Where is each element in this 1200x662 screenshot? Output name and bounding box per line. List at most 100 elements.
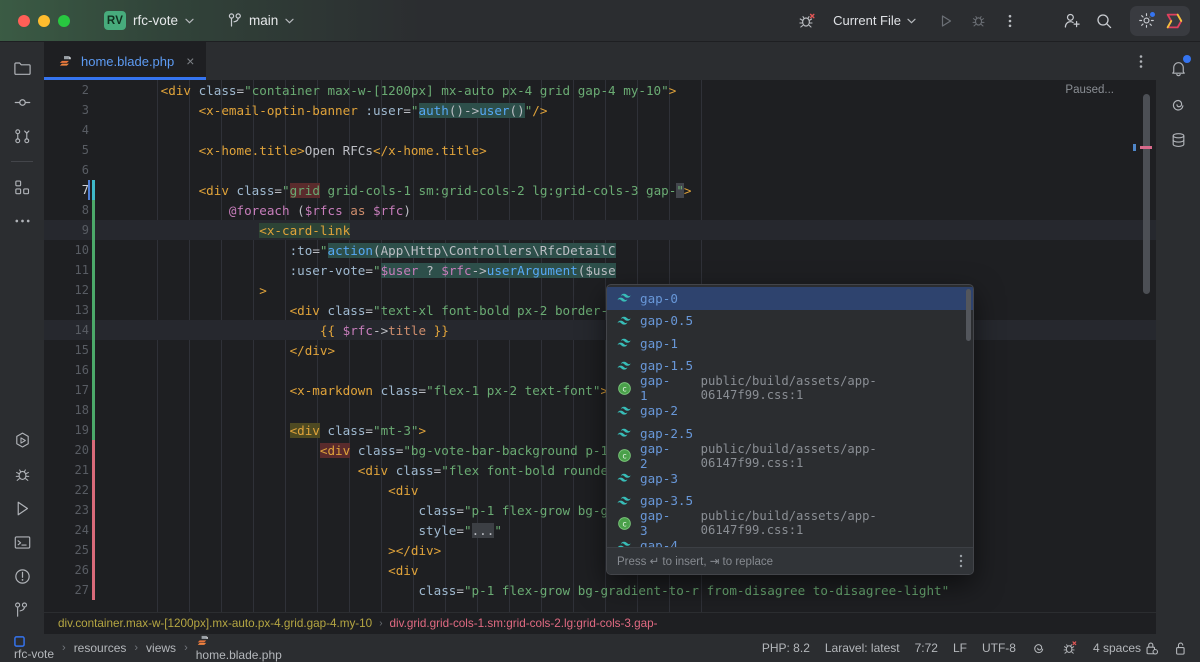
more-vertical-icon[interactable]	[1126, 42, 1156, 80]
line-number[interactable]: 7	[44, 183, 100, 197]
autocomplete-item[interactable]: gap-2	[607, 400, 973, 423]
code-line[interactable]: 5 <x-home.title>Open RFCs</x-home.title>	[44, 140, 1156, 160]
status-breadcrumb-item[interactable]: rfc-vote	[14, 636, 54, 661]
add-user-icon[interactable]	[1058, 8, 1086, 34]
branch-selector[interactable]: main	[222, 10, 300, 31]
status-breadcrumb-item[interactable]: views	[146, 641, 176, 655]
line-number[interactable]: 26	[44, 563, 100, 577]
line-number[interactable]: 6	[44, 163, 100, 177]
code-line[interactable]: 14 {{ $rfc->title }}	[44, 320, 1156, 340]
code-line[interactable]: 2 <div class="container max-w-[1200px] m…	[44, 80, 1156, 100]
line-number[interactable]: 12	[44, 283, 100, 297]
editor-scrollbar[interactable]	[1143, 94, 1150, 294]
line-number[interactable]: 9	[44, 223, 100, 237]
code-line[interactable]: 13 <div class="text-xl font-bold px-2 bo…	[44, 300, 1156, 320]
line-number[interactable]: 25	[44, 543, 100, 557]
code-line[interactable]: 24 style="..."	[44, 520, 1156, 540]
line-number[interactable]: 16	[44, 363, 100, 377]
code-line[interactable]: 17 <x-markdown class="flex-1 px-2 text-f…	[44, 380, 1156, 400]
more-vertical-icon[interactable]	[996, 8, 1024, 34]
close-icon[interactable]: ×	[186, 54, 194, 68]
code-line[interactable]: 25 ></div>	[44, 540, 1156, 560]
editor-error-marker[interactable]	[1140, 146, 1152, 149]
spiral-icon[interactable]	[1031, 640, 1047, 656]
autocomplete-list[interactable]: gap-0gap-0.5gap-1gap-1.5cgap-1public/bui…	[607, 285, 973, 547]
line-number[interactable]: 2	[44, 83, 100, 97]
line-number[interactable]: 21	[44, 463, 100, 477]
autocomplete-popup[interactable]: gap-0gap-0.5gap-1gap-1.5cgap-1public/bui…	[606, 284, 974, 575]
more-vertical-icon[interactable]	[959, 554, 963, 568]
code-line[interactable]: 18	[44, 400, 1156, 420]
status-breadcrumb-item[interactable]: resources	[74, 641, 127, 655]
sidebar-item-version-control[interactable]	[6, 594, 38, 626]
code-line[interactable]: 10 :to="action(App\Http\Controllers\RfcD…	[44, 240, 1156, 260]
ai-assistant-icon[interactable]	[1160, 8, 1188, 34]
breadcrumb-item-grid[interactable]: div.grid.grid-cols-1.sm:grid-cols-2.lg:g…	[390, 617, 658, 630]
indent-setting[interactable]: 4 spaces	[1093, 641, 1159, 656]
line-number[interactable]: 24	[44, 523, 100, 537]
line-number[interactable]: 15	[44, 343, 100, 357]
run-configuration-selector[interactable]: Current File	[825, 9, 924, 32]
code-line[interactable]: 20 <div class="bg-vote-bar-background p-…	[44, 440, 1156, 460]
autocomplete-item[interactable]: gap-3	[607, 467, 973, 490]
line-number[interactable]: 3	[44, 103, 100, 117]
code-line[interactable]: 12 >	[44, 280, 1156, 300]
bug-error-icon[interactable]	[1062, 640, 1078, 656]
file-encoding[interactable]: UTF-8	[982, 641, 1016, 655]
line-number[interactable]: 4	[44, 123, 100, 137]
sidebar-item-notifications[interactable]	[1162, 52, 1194, 84]
code-line[interactable]: 16	[44, 360, 1156, 380]
code-line[interactable]: 19 <div class="mt-3">	[44, 420, 1156, 440]
line-number[interactable]: 8	[44, 203, 100, 217]
sidebar-item-commit[interactable]	[6, 86, 38, 118]
sidebar-item-run[interactable]	[6, 492, 38, 524]
autocomplete-item[interactable]: cgap-2public/build/assets/app-06147f99.c…	[607, 445, 973, 468]
caret-position[interactable]: 7:72	[915, 641, 938, 655]
autocomplete-item[interactable]: cgap-1public/build/assets/app-06147f99.c…	[607, 377, 973, 400]
project-selector[interactable]: RV rfc-vote	[98, 8, 200, 33]
line-number[interactable]: 10	[44, 243, 100, 257]
code-line[interactable]: 15 </div>	[44, 340, 1156, 360]
line-number[interactable]: 5	[44, 143, 100, 157]
gear-icon[interactable]	[1132, 8, 1160, 34]
code-line[interactable]: 11 :user-vote="$user ? $rfc->userArgumen…	[44, 260, 1156, 280]
bug-error-icon[interactable]	[793, 8, 821, 34]
maximize-window-button[interactable]	[58, 15, 70, 27]
tab-home-blade-php[interactable]: home.blade.php ×	[44, 42, 206, 80]
code-line[interactable]: 21 <div class="flex font-bold rounded-	[44, 460, 1156, 480]
autocomplete-item[interactable]: gap-0	[607, 287, 973, 310]
code-line[interactable]: 4	[44, 120, 1156, 140]
close-window-button[interactable]	[18, 15, 30, 27]
sidebar-item-project[interactable]	[6, 52, 38, 84]
line-number[interactable]: 23	[44, 503, 100, 517]
line-number[interactable]: 14	[44, 323, 100, 337]
line-number[interactable]: 19	[44, 423, 100, 437]
line-number[interactable]: 13	[44, 303, 100, 317]
line-separator[interactable]: LF	[953, 641, 967, 655]
run-icon[interactable]	[932, 8, 960, 34]
search-icon[interactable]	[1090, 8, 1118, 34]
line-number[interactable]: 11	[44, 263, 100, 277]
code-line[interactable]: 22 <div	[44, 480, 1156, 500]
sidebar-item-problems[interactable]	[6, 560, 38, 592]
autocomplete-item[interactable]: cgap-3public/build/assets/app-06147f99.c…	[607, 512, 973, 535]
autocomplete-item[interactable]: gap-1	[607, 332, 973, 355]
autocomplete-item[interactable]: gap-0.5	[607, 310, 973, 333]
sidebar-item-structure[interactable]	[6, 171, 38, 203]
line-number[interactable]: 20	[44, 443, 100, 457]
code-editor[interactable]: 2 <div class="container max-w-[1200px] m…	[44, 80, 1156, 612]
debug-icon[interactable]	[964, 8, 992, 34]
sidebar-item-ai-chat[interactable]	[1162, 88, 1194, 120]
status-breadcrumb-item[interactable]: home.blade.php	[196, 634, 282, 662]
unlock-icon[interactable]	[1174, 641, 1188, 656]
line-number[interactable]: 17	[44, 383, 100, 397]
code-line[interactable]: 8 @foreach ($rfcs as $rfc)	[44, 200, 1156, 220]
line-number[interactable]: 18	[44, 403, 100, 417]
code-line[interactable]: 7 <div class="grid grid-cols-1 sm:grid-c…	[44, 180, 1156, 200]
line-number[interactable]: 22	[44, 483, 100, 497]
code-line[interactable]: 3 <x-email-optin-banner :user="auth()->u…	[44, 100, 1156, 120]
sidebar-item-pull-requests[interactable]	[6, 120, 38, 152]
php-version[interactable]: PHP: 8.2	[762, 641, 810, 655]
sidebar-item-run-anything[interactable]	[6, 424, 38, 456]
sidebar-item-debug[interactable]	[6, 458, 38, 490]
